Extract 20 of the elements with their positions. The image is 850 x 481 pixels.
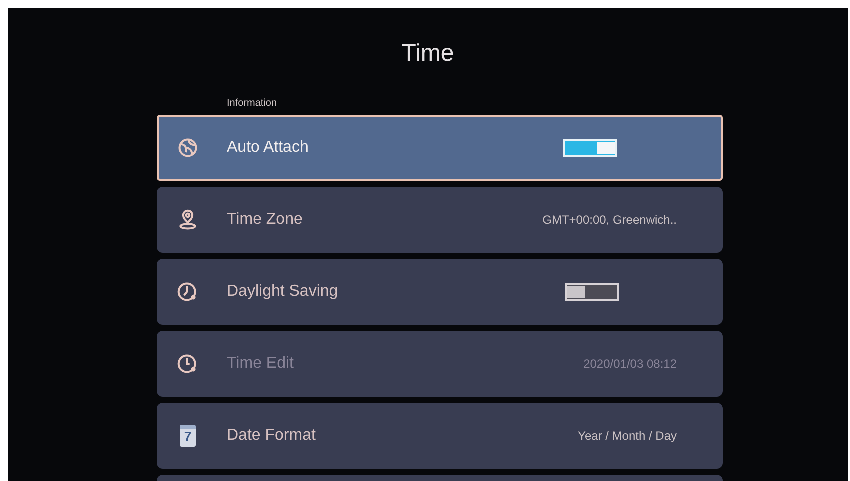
setting-value: GMT+00:00, Greenwich.. (542, 213, 677, 227)
settings-row[interactable]: 7 Date Format Year / Month / Day (157, 403, 723, 469)
location-pin-icon (177, 209, 199, 231)
globe-icon (177, 137, 199, 159)
setting-label: Daylight Saving (227, 283, 340, 301)
setting-value: 2020/01/03 08:12 (584, 357, 677, 371)
setting-label: Time Zone (227, 211, 304, 229)
page-title: Time (402, 40, 454, 68)
setting-label: Time Edit (227, 355, 295, 373)
toggle-switch[interactable] (565, 283, 619, 301)
calendar-icon: 7 (180, 425, 196, 447)
section-heading: Information (227, 98, 278, 109)
settings-row[interactable]: Daylight Saving (157, 259, 723, 325)
clock-icon (177, 281, 199, 303)
setting-label: Auto Attach (227, 139, 310, 157)
settings-row[interactable]: Auto Attach (157, 115, 723, 181)
clock-icon (177, 353, 199, 375)
setting-value: Year / Month / Day (578, 429, 677, 443)
settings-row[interactable]: Time Zone GMT+00:00, Greenwich.. (157, 187, 723, 253)
setting-label: Date Format (227, 427, 317, 445)
